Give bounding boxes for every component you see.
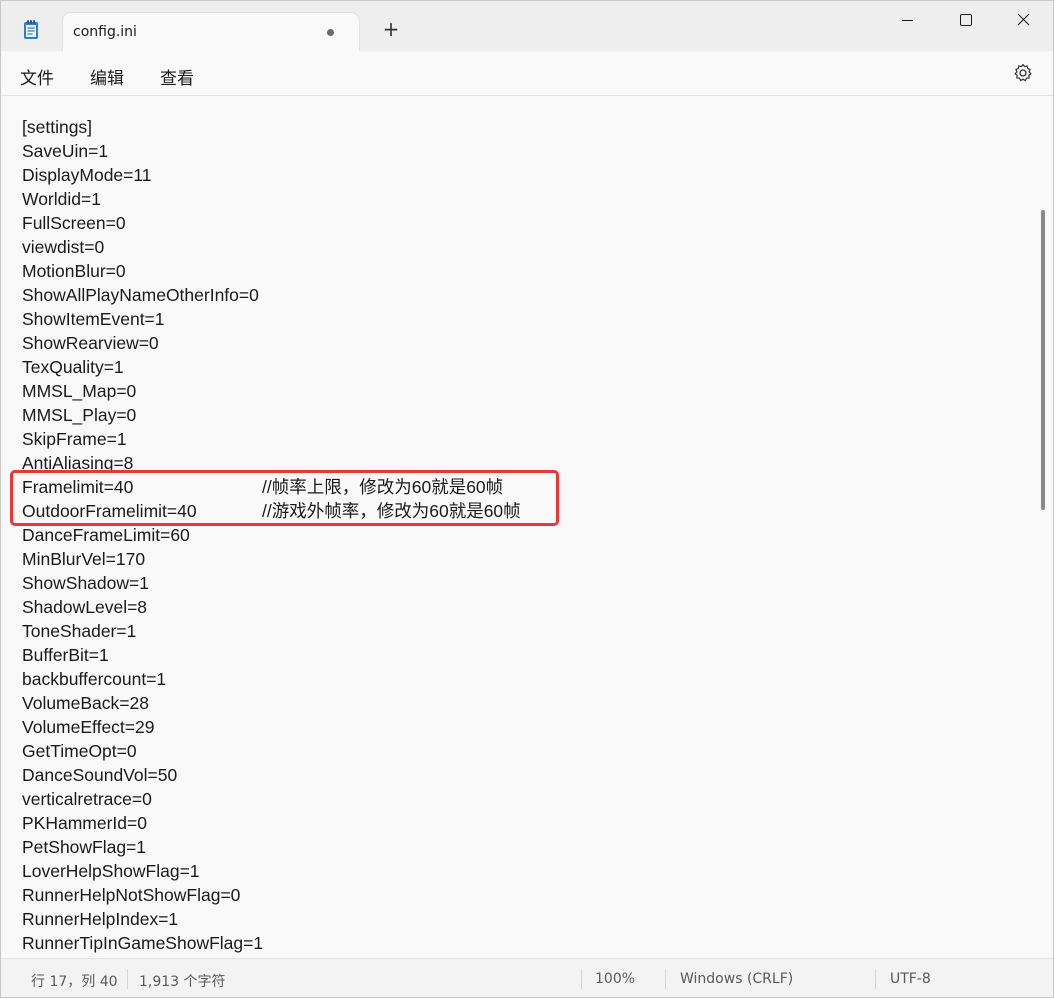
menu-view[interactable]: 查看 — [160, 64, 194, 89]
editor-line: ShowShadow=1 — [22, 573, 149, 593]
close-icon[interactable] — [995, 1, 1053, 41]
status-encoding[interactable]: UTF-8 — [890, 971, 931, 987]
status-divider — [875, 969, 876, 989]
notepad-icon — [24, 20, 38, 39]
editor-line: PKHammerId=0 — [22, 813, 147, 833]
maximize-icon[interactable] — [937, 1, 995, 41]
status-bar: 行 17，列 40 1,913 个字符 100% Windows (CRLF) … — [1, 958, 1053, 997]
menu-bar: 文件 编辑 查看 — [1, 51, 1053, 96]
editor-lines: [settings] SaveUin=1 DisplayMode=11 Worl… — [22, 115, 521, 955]
status-char-count: 1,913 个字符 — [139, 974, 226, 990]
editor-line: LoverHelpShowFlag=1 — [22, 861, 200, 881]
editor-line: RunnerHelpNotShowFlag=0 — [22, 885, 241, 905]
tab-title: config.ini — [73, 24, 137, 40]
status-divider — [127, 969, 128, 989]
editor-line: ShowItemEvent=1 — [22, 309, 165, 329]
status-line-ending[interactable]: Windows (CRLF) — [680, 971, 793, 987]
editor-line: SkipFrame=1 — [22, 429, 127, 449]
notepad-window: config.ini + 文件 编辑 查看 [settings] SaveUin… — [0, 0, 1054, 998]
highlight-annotation-box — [10, 470, 559, 526]
editor-line: PetShowFlag=1 — [22, 837, 147, 857]
editor-line: SaveUin=1 — [22, 141, 109, 161]
new-tab-button[interactable]: + — [379, 19, 403, 39]
editor-line: VolumeEffect=29 — [22, 717, 155, 737]
editor-line: RunnerHelpIndex=1 — [22, 909, 179, 929]
editor-line: FullScreen=0 — [22, 213, 126, 233]
status-zoom[interactable]: 100% — [595, 971, 635, 987]
editor-line: GetTimeOpt=0 — [22, 741, 137, 761]
status-divider — [665, 969, 666, 989]
editor-line: DanceFrameLimit=60 — [22, 525, 190, 545]
editor-line: ToneShader=1 — [22, 621, 137, 641]
title-bar: config.ini + — [1, 1, 1053, 51]
editor-line: DisplayMode=11 — [22, 165, 152, 185]
editor-line: RunnerTipInGameShowFlag=1 — [22, 933, 264, 953]
editor-line: backbuffercount=1 — [22, 669, 167, 689]
editor-line: MinBlurVel=170 — [22, 549, 146, 569]
editor-line: TexQuality=1 — [22, 357, 124, 377]
menu-file[interactable]: 文件 — [20, 64, 54, 89]
status-position: 行 17，列 40 — [31, 974, 118, 990]
editor-line: Worldid=1 — [22, 189, 101, 209]
vertical-scrollbar[interactable] — [1041, 210, 1045, 510]
editor-line: MotionBlur=0 — [22, 261, 126, 281]
unsaved-dot-icon[interactable] — [327, 29, 334, 36]
editor-line: [settings] — [22, 117, 93, 137]
editor-line: ShowAllPlayNameOtherInfo=0 — [22, 285, 259, 305]
editor-line: viewdist=0 — [22, 237, 105, 257]
editor-line: ShadowLevel=8 — [22, 597, 148, 617]
editor-line: DanceSoundVol=50 — [22, 765, 178, 785]
editor-line: MMSL_Map=0 — [22, 381, 137, 401]
status-divider — [581, 969, 582, 989]
menu-edit[interactable]: 编辑 — [90, 64, 124, 89]
editor-line: verticalretrace=0 — [22, 789, 152, 809]
editor-line: BufferBit=1 — [22, 645, 109, 665]
tab-config-ini[interactable]: config.ini — [63, 13, 359, 51]
editor-line: ShowRearview=0 — [22, 333, 159, 353]
editor-line: VolumeBack=28 — [22, 693, 149, 713]
minimize-icon[interactable] — [879, 1, 937, 41]
settings-gear-icon[interactable] — [1013, 63, 1033, 83]
editor-line: MMSL_Play=0 — [22, 405, 137, 425]
text-editor[interactable]: [settings] SaveUin=1 DisplayMode=11 Worl… — [1, 96, 1053, 958]
